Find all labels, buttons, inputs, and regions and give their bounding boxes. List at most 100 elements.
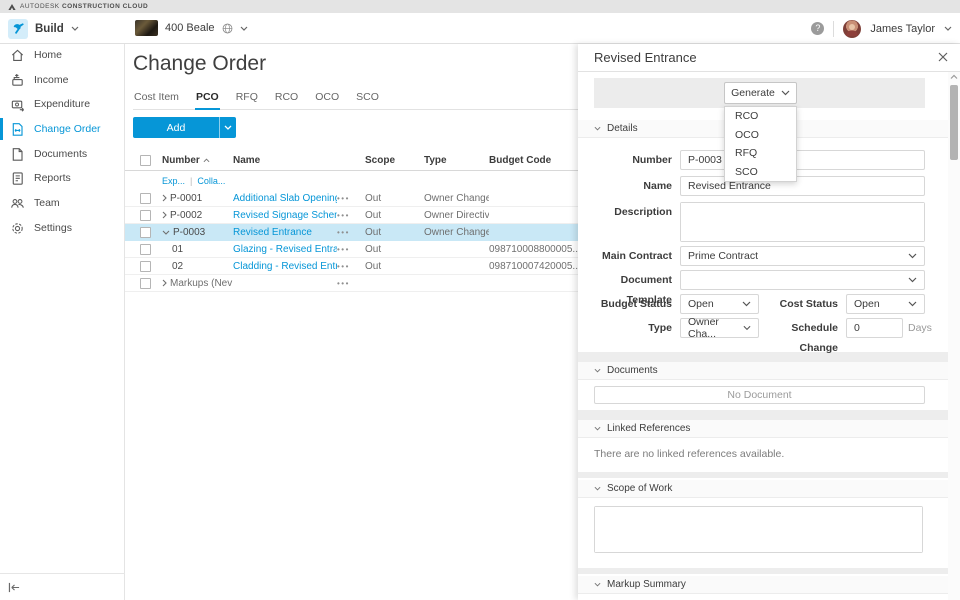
project-selector[interactable]: 400 Beale bbox=[135, 17, 248, 39]
menu-item-sco[interactable]: SCO bbox=[725, 163, 796, 182]
column-scope[interactable]: Scope bbox=[365, 155, 424, 166]
scope-of-work-field[interactable] bbox=[595, 507, 922, 552]
row-name-link[interactable]: Cladding - Revised Entrance bbox=[233, 261, 337, 272]
generate-menu: RCO OCO RFQ SCO bbox=[724, 106, 797, 182]
select-all-checkbox[interactable] bbox=[140, 155, 151, 166]
row-checkbox[interactable] bbox=[140, 261, 151, 272]
scroll-up-icon[interactable] bbox=[950, 74, 958, 80]
tab-bar: Cost Item PCO RFQ RCO OCO SCO bbox=[133, 91, 578, 110]
sidebar-item-change-order[interactable]: Change Order bbox=[0, 118, 125, 140]
row-checkbox[interactable] bbox=[140, 227, 151, 238]
row-checkbox[interactable] bbox=[140, 244, 151, 255]
menu-item-oco[interactable]: OCO bbox=[725, 126, 796, 145]
sort-ascending-icon bbox=[203, 158, 210, 163]
row-checkbox[interactable] bbox=[140, 193, 151, 204]
row-actions-button[interactable]: ••• bbox=[337, 262, 350, 271]
tab-oco[interactable]: OCO bbox=[314, 91, 340, 103]
table-row-child[interactable]: 02 Cladding - Revised Entrance ••• Out 0… bbox=[125, 258, 578, 275]
row-name-link[interactable]: Additional Slab Openings bbox=[233, 193, 337, 204]
type-select[interactable]: Owner Cha... bbox=[680, 318, 759, 338]
name-label: Name bbox=[578, 176, 672, 196]
team-icon bbox=[10, 196, 25, 211]
sidebar-item-reports[interactable]: Reports bbox=[0, 167, 125, 189]
expand-row-icon[interactable] bbox=[162, 211, 167, 219]
sidebar-item-income[interactable]: Income bbox=[0, 69, 125, 91]
section-documents[interactable]: Documents bbox=[578, 362, 948, 380]
column-name[interactable]: Name bbox=[233, 155, 337, 166]
column-number[interactable]: Number bbox=[162, 155, 200, 166]
schedule-change-field[interactable] bbox=[854, 322, 895, 334]
document-template-select[interactable] bbox=[680, 270, 925, 290]
sidebar-item-settings[interactable]: Settings bbox=[0, 217, 125, 239]
sidebar-item-team[interactable]: Team bbox=[0, 192, 125, 214]
sidebar-item-expenditure[interactable]: Expenditure bbox=[0, 93, 125, 115]
user-avatar[interactable] bbox=[843, 20, 861, 38]
sidebar-item-documents[interactable]: Documents bbox=[0, 143, 125, 165]
table-row[interactable]: P-0001 Additional Slab Openings ••• Out … bbox=[125, 190, 578, 207]
add-button[interactable]: Add bbox=[133, 117, 219, 138]
cost-status-select[interactable]: Open bbox=[846, 294, 925, 314]
row-name-link[interactable]: Glazing - Revised Entrance bbox=[233, 244, 337, 255]
section-scope-of-work[interactable]: Scope of Work bbox=[578, 480, 948, 498]
row-name-link[interactable]: Revised Signage Scheme bbox=[233, 210, 337, 221]
section-linked-references[interactable]: Linked References bbox=[578, 420, 948, 438]
app-window: AUTODESK CONSTRUCTION CLOUD Build 400 Be… bbox=[0, 0, 960, 600]
close-icon[interactable] bbox=[938, 52, 948, 62]
help-button[interactable]: ? bbox=[811, 22, 824, 35]
days-suffix: Days bbox=[908, 318, 932, 338]
sidebar-item-home[interactable]: Home bbox=[0, 44, 125, 66]
row-name-link[interactable]: Revised Entrance bbox=[233, 227, 312, 238]
chevron-down-icon bbox=[908, 301, 917, 307]
chevron-down-icon[interactable] bbox=[944, 26, 952, 31]
tab-rfq[interactable]: RFQ bbox=[235, 91, 259, 103]
expand-collapse-row: Exp... | Colla... bbox=[125, 172, 578, 190]
panel-title: Revised Entrance bbox=[594, 50, 697, 65]
collapse-sidebar-button[interactable] bbox=[8, 582, 21, 593]
row-actions-button[interactable]: ••• bbox=[337, 194, 350, 203]
table-row[interactable]: P-0002 Revised Signage Scheme ••• Out Ow… bbox=[125, 207, 578, 224]
column-budget-code[interactable]: Budget Code bbox=[489, 155, 578, 166]
row-actions-button[interactable]: ••• bbox=[337, 279, 350, 288]
budget-status-select[interactable]: Open bbox=[680, 294, 759, 314]
row-actions-button[interactable]: ••• bbox=[337, 228, 350, 237]
chevron-down-icon bbox=[71, 26, 79, 31]
document-template-label: Document Template bbox=[578, 270, 672, 290]
chevron-down-icon bbox=[240, 26, 248, 31]
table-row-selected[interactable]: P-0003 Revised Entrance ••• Out Owner Ch… bbox=[125, 224, 578, 241]
brand-text: AUTODESK CONSTRUCTION CLOUD bbox=[20, 3, 148, 10]
tab-sco[interactable]: SCO bbox=[355, 91, 380, 103]
expand-all-link[interactable]: Exp... bbox=[162, 176, 185, 186]
collapse-all-link[interactable]: Colla... bbox=[197, 176, 225, 186]
user-name[interactable]: James Taylor bbox=[870, 23, 935, 35]
collapse-row-icon[interactable] bbox=[162, 230, 170, 235]
linked-references-empty-text: There are no linked references available… bbox=[594, 448, 784, 460]
chevron-down-icon bbox=[594, 426, 601, 431]
table-row-child[interactable]: 01 Glazing - Revised Entrance ••• Out 09… bbox=[125, 241, 578, 258]
tab-rco[interactable]: RCO bbox=[274, 91, 299, 103]
no-document-button[interactable]: No Document bbox=[594, 386, 925, 404]
tab-pco[interactable]: PCO bbox=[195, 91, 220, 103]
expand-row-icon[interactable] bbox=[162, 194, 167, 202]
menu-item-rfq[interactable]: RFQ bbox=[725, 144, 796, 163]
row-actions-button[interactable]: ••• bbox=[337, 245, 350, 254]
main-contract-select[interactable]: Prime Contract bbox=[680, 246, 925, 266]
section-markup-summary[interactable]: Markup Summary bbox=[578, 576, 948, 594]
number-field[interactable] bbox=[688, 154, 917, 166]
generate-button[interactable]: Generate bbox=[724, 82, 797, 104]
type-label: Type bbox=[578, 318, 672, 338]
table-row[interactable]: Markups (Nev ••• bbox=[125, 275, 578, 292]
documents-icon bbox=[10, 147, 25, 162]
chevron-down-icon bbox=[908, 253, 917, 259]
app-switcher[interactable]: Build bbox=[8, 18, 79, 39]
row-actions-button[interactable]: ••• bbox=[337, 211, 350, 220]
column-type[interactable]: Type bbox=[424, 155, 489, 166]
description-field[interactable] bbox=[681, 203, 924, 241]
tab-cost-item[interactable]: Cost Item bbox=[133, 91, 180, 103]
menu-item-rco[interactable]: RCO bbox=[725, 107, 796, 126]
name-field[interactable] bbox=[688, 180, 917, 192]
row-checkbox[interactable] bbox=[140, 278, 151, 289]
add-dropdown-button[interactable] bbox=[219, 117, 236, 138]
scrollbar-thumb[interactable] bbox=[950, 85, 958, 160]
expand-row-icon[interactable] bbox=[162, 279, 167, 287]
row-checkbox[interactable] bbox=[140, 210, 151, 221]
